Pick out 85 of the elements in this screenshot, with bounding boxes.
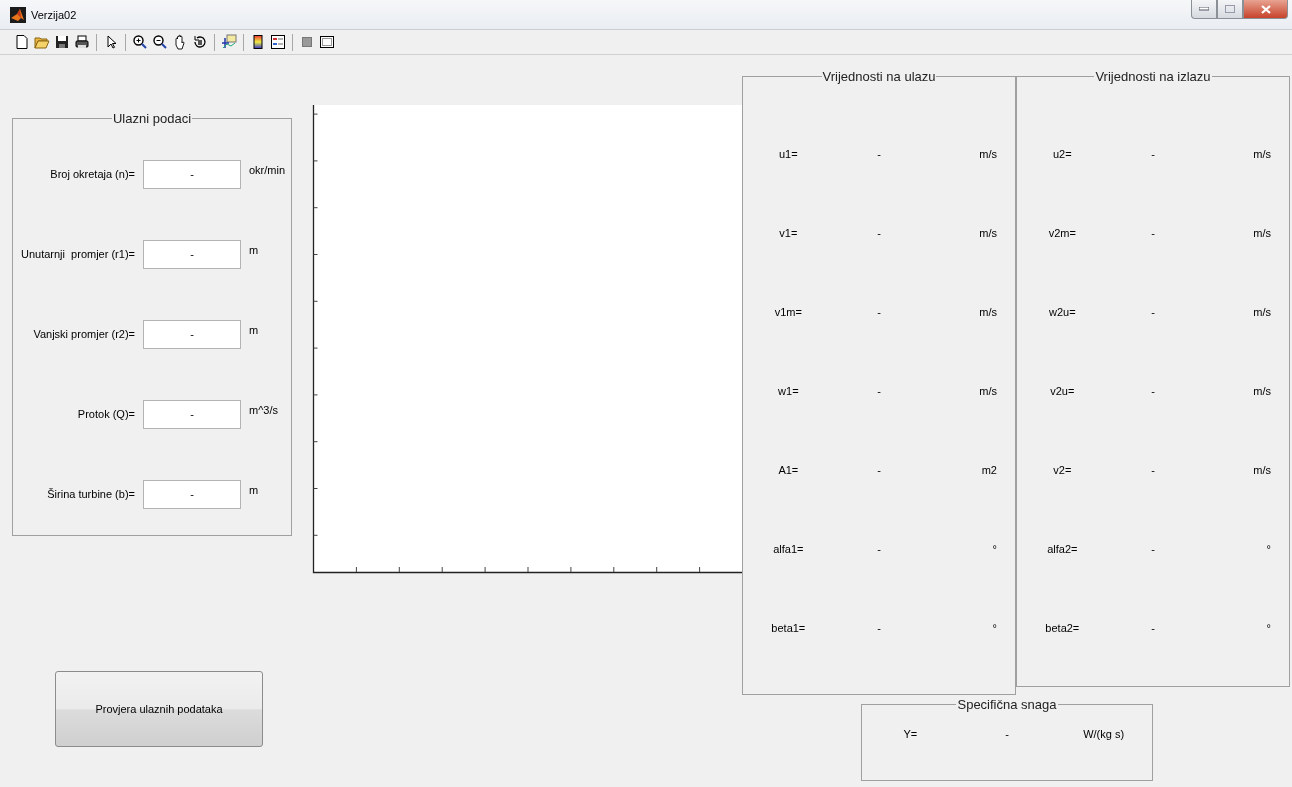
field-label: Broj okretaja (n)= (49, 168, 135, 180)
value-text: - (1150, 226, 1156, 239)
maximize-button[interactable] (1217, 0, 1243, 19)
value-text: - (876, 542, 882, 555)
new-file-icon[interactable] (14, 34, 30, 50)
value-label: A1= (777, 463, 800, 476)
app-icon (10, 6, 26, 23)
unit-label: m/s (1252, 384, 1272, 397)
value-label: w2u= (1048, 305, 1077, 318)
panel-title: Ulazni podaci (111, 111, 192, 126)
value-text: - (1004, 728, 1010, 740)
data-cursor-icon[interactable] (221, 34, 237, 50)
unit-label: m/s (1252, 463, 1272, 476)
input-field[interactable]: - (143, 239, 241, 269)
unit-label: m/s (1252, 147, 1272, 160)
field-label: Vanjski promjer (r2)= (32, 328, 135, 340)
colorbar-icon[interactable] (250, 34, 266, 50)
unit-label: ° (991, 621, 998, 634)
unit-label: m (249, 484, 260, 496)
unit-label: m (249, 244, 260, 256)
input-field[interactable]: - (143, 319, 241, 349)
unit-label: m/s (1252, 305, 1272, 318)
panel-title: Specifična snaga (956, 697, 1058, 712)
value-text: - (1150, 147, 1156, 160)
value-label: v2u= (1049, 384, 1076, 397)
value-text: - (876, 305, 882, 318)
minimize-button[interactable] (1191, 0, 1217, 19)
folder-icon[interactable] (34, 34, 50, 50)
value-label: alfa1= (772, 542, 805, 555)
value-text: - (876, 147, 882, 160)
field-label: Unutarnji promjer (r1)= (20, 248, 135, 260)
value-label: u2= (1052, 147, 1073, 160)
value-label: u1= (778, 147, 799, 160)
value-label: v1= (778, 226, 799, 239)
value-label: alfa2= (1046, 542, 1079, 555)
value-label: beta2= (1044, 621, 1081, 634)
value-label: w1= (777, 384, 800, 397)
unit-label: m2 (980, 463, 998, 476)
floppy-icon[interactable] (54, 34, 70, 50)
unit-label: m/s (978, 384, 998, 397)
value-label: v2= (1052, 463, 1073, 476)
unit-label: m/s (1252, 226, 1272, 239)
unit-label: ° (1265, 621, 1272, 634)
close-button[interactable] (1243, 0, 1288, 19)
close-icon (1260, 4, 1271, 14)
square-icon[interactable] (299, 34, 315, 50)
check-button[interactable]: Provjera ulaznih podataka (55, 671, 263, 747)
unit-label: m/s (978, 305, 998, 318)
unit-label: m^3/s (249, 404, 279, 416)
value-text: - (876, 463, 882, 476)
input-field[interactable]: - (143, 399, 241, 429)
zoom-out-icon[interactable] (152, 34, 168, 50)
value-text: - (876, 226, 882, 239)
value-text: - (1150, 305, 1156, 318)
panel-title: Vrijednosti na izlazu (1094, 69, 1212, 84)
value-text: - (1150, 463, 1156, 476)
value-label: Y= (902, 728, 919, 740)
field-label: Širina turbine (b)= (46, 488, 135, 500)
legend-icon[interactable] (270, 34, 286, 50)
panel-title: Vrijednosti na ulazu (821, 69, 937, 84)
unit-label: W/(kg s) (1082, 728, 1126, 740)
unit-label: m (249, 324, 260, 336)
unit-label: ° (1265, 542, 1272, 555)
maximize-icon (1225, 5, 1235, 13)
input-field[interactable]: - (143, 159, 241, 189)
minimize-icon (1199, 7, 1209, 11)
unit-label: m/s (978, 226, 998, 239)
unit-label: ° (991, 542, 998, 555)
value-label: beta1= (770, 621, 807, 634)
zoom-in-icon[interactable] (132, 34, 148, 50)
unit-label: okr/min (249, 164, 287, 176)
input-field[interactable]: - (143, 479, 241, 509)
field-label: Protok (Q)= (76, 408, 135, 420)
value-text: - (1150, 384, 1156, 397)
value-text: - (876, 621, 882, 634)
value-text: - (876, 384, 882, 397)
printer-icon[interactable] (74, 34, 90, 50)
value-text: - (1150, 542, 1156, 555)
window-frame-icon[interactable] (319, 34, 335, 50)
unit-label: m/s (978, 147, 998, 160)
rotate-icon[interactable] (192, 34, 208, 50)
window-title: Verzija02 (31, 8, 78, 21)
value-text: - (1150, 621, 1156, 634)
value-label: v1m= (773, 305, 803, 318)
value-label: v2m= (1047, 226, 1077, 239)
